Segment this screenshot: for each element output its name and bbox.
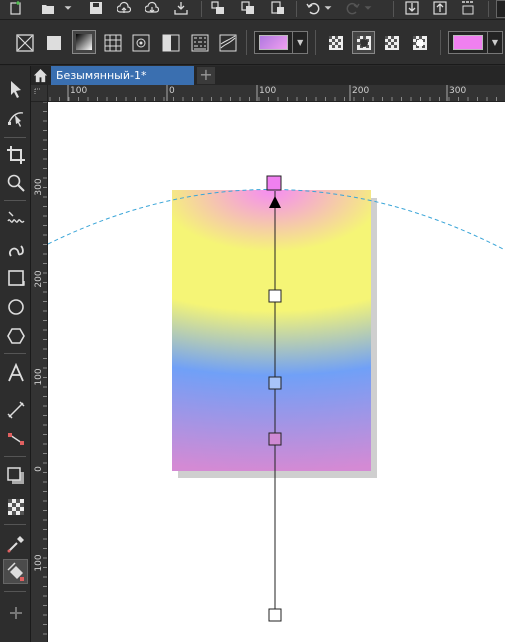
- open-document-icon[interactable]: [40, 0, 56, 16]
- redo-dropdown-icon[interactable]: [362, 0, 374, 16]
- ruler-label: 0: [34, 466, 44, 472]
- open-dropdown-icon[interactable]: [62, 0, 74, 16]
- ruler-label: 100: [259, 86, 277, 96]
- home-icon[interactable]: [31, 66, 50, 85]
- bitmap-pattern-fill-icon[interactable]: [131, 33, 150, 52]
- gradient-start-node[interactable]: [266, 175, 282, 191]
- document-tabs: Безымянный-1* +: [31, 66, 505, 85]
- drop-shadow-tool-icon[interactable]: [3, 463, 28, 488]
- save-icon[interactable]: [88, 0, 104, 16]
- print-icon[interactable]: [173, 0, 189, 16]
- shape-tool-icon[interactable]: [3, 106, 28, 131]
- cloud-upload-icon[interactable]: [116, 0, 132, 16]
- vector-pattern-fill-icon[interactable]: [103, 33, 122, 52]
- transparency-tool-icon[interactable]: [3, 494, 28, 519]
- ruler-label: 0: [169, 86, 175, 96]
- crop-tool-icon[interactable]: [3, 142, 28, 167]
- polygon-tool-icon[interactable]: [3, 323, 28, 348]
- paste-icon[interactable]: [270, 0, 286, 16]
- gradient-swatch: [259, 35, 289, 50]
- ellipse-tool-icon[interactable]: [3, 294, 28, 319]
- fill-color-swatch-dropdown[interactable]: ▼: [448, 31, 503, 54]
- pick-tool-icon[interactable]: [3, 76, 28, 101]
- zoom-tool-icon[interactable]: [3, 170, 28, 195]
- add-tab-button[interactable]: +: [197, 67, 215, 84]
- vertical-ruler[interactable]: 300 200 100 0 100: [31, 102, 48, 642]
- ruler-origin[interactable]: [31, 85, 48, 102]
- text-tool-icon[interactable]: [3, 360, 28, 385]
- property-bar: ▼ ▼: [0, 20, 505, 65]
- chevron-down-icon[interactable]: ▼: [292, 32, 307, 53]
- add-tool-icon[interactable]: [3, 600, 28, 625]
- horizontal-ruler[interactable]: 0 100 0 100 200 300: [48, 85, 505, 102]
- postscript-fill-icon[interactable]: [218, 33, 237, 52]
- zoom-level-box[interactable]: [496, 0, 505, 18]
- transparency-mode-4-icon[interactable]: [410, 33, 429, 52]
- redo-icon[interactable]: [345, 0, 361, 16]
- gradient-direction-arrow[interactable]: [269, 196, 281, 208]
- two-color-pattern-fill-icon[interactable]: [161, 33, 180, 52]
- no-fill-icon[interactable]: [15, 33, 34, 52]
- copy-icon[interactable]: [240, 0, 256, 16]
- ruler-label: 100: [34, 554, 44, 572]
- texture-fill-icon[interactable]: [190, 33, 209, 52]
- standard-toolbar: [0, 0, 505, 20]
- gradient-end-node[interactable]: [268, 608, 282, 622]
- parallel-dimension-tool-icon[interactable]: [3, 397, 28, 422]
- ruler-label: 200: [352, 86, 370, 96]
- connector-tool-icon[interactable]: [3, 426, 28, 451]
- eyedropper-tool-icon[interactable]: [3, 531, 28, 556]
- rectangle-tool-icon[interactable]: [3, 265, 28, 290]
- gradient-color-node[interactable]: [268, 432, 282, 446]
- cut-icon[interactable]: [210, 0, 226, 16]
- export-pdf-icon[interactable]: [460, 0, 476, 16]
- gradient-color-node[interactable]: [268, 376, 282, 390]
- fountain-fill-icon[interactable]: [72, 30, 96, 54]
- ruler-label: 200: [34, 270, 44, 288]
- import-icon[interactable]: [404, 0, 420, 16]
- uniform-fill-icon[interactable]: [44, 33, 63, 52]
- gradient-swatch-dropdown[interactable]: ▼: [254, 31, 308, 54]
- new-document-icon[interactable]: [8, 0, 24, 16]
- ruler-label: 300: [34, 178, 44, 196]
- ruler-label: 100: [70, 86, 88, 96]
- transparency-mode-1-icon[interactable]: [326, 33, 345, 52]
- export-icon[interactable]: [432, 0, 448, 16]
- freehand-tool-icon[interactable]: [3, 206, 28, 231]
- gradient-color-node[interactable]: [268, 289, 282, 303]
- undo-icon[interactable]: [305, 0, 321, 16]
- ruler-label: 100: [34, 368, 44, 386]
- chevron-down-icon[interactable]: ▼: [487, 32, 502, 53]
- cloud-download-icon[interactable]: [144, 0, 160, 16]
- drawing-canvas[interactable]: [48, 102, 505, 642]
- undo-dropdown-icon[interactable]: [322, 0, 334, 16]
- artistic-media-tool-icon[interactable]: [3, 236, 28, 261]
- elliptical-gradient-guide: [48, 188, 505, 251]
- transparency-mode-2-icon[interactable]: [352, 31, 375, 54]
- transparency-mode-3-icon[interactable]: [382, 33, 401, 52]
- ruler-label: 300: [449, 86, 467, 96]
- tab-document[interactable]: Безымянный-1*: [51, 66, 194, 85]
- toolbox: [0, 66, 31, 642]
- fill-color-swatch: [453, 35, 483, 50]
- interactive-fill-tool-icon[interactable]: [3, 559, 28, 584]
